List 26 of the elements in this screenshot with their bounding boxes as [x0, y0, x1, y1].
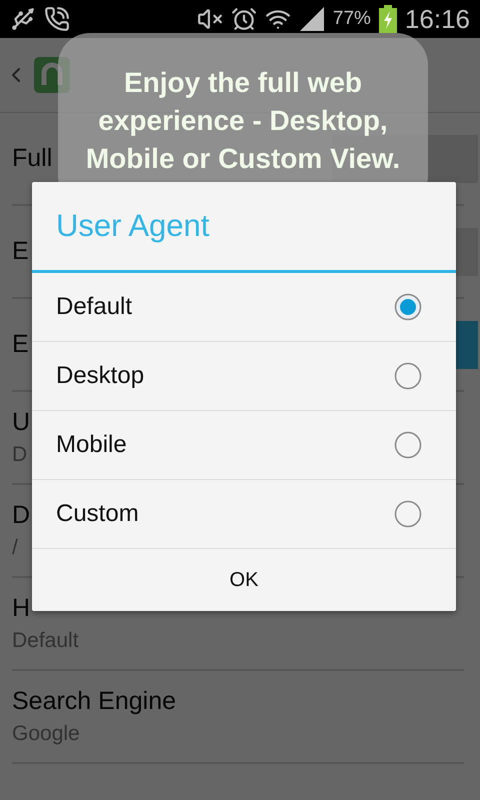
usb-icon: [10, 6, 36, 32]
setting-title: E: [12, 237, 29, 266]
option-label[interactable]: Mobile: [56, 431, 127, 459]
setting-title: U: [12, 408, 30, 437]
alarm-icon: [230, 6, 257, 32]
option-label[interactable]: Desktop: [56, 362, 144, 390]
option-label[interactable]: Custom: [56, 500, 139, 528]
setting-title: Search Engine: [12, 687, 176, 716]
ok-button[interactable]: OK: [32, 549, 456, 611]
radio-button[interactable]: [394, 431, 422, 459]
setting-title: D: [12, 501, 30, 530]
radio-button[interactable]: [394, 293, 422, 321]
setting-summary: /: [12, 536, 19, 560]
phone-icon: [44, 6, 70, 32]
radio-button[interactable]: [394, 500, 422, 528]
option-label[interactable]: Default: [56, 293, 132, 321]
radio-button[interactable]: [394, 362, 422, 390]
setting-title: E: [12, 330, 29, 359]
setting-title: Full: [12, 144, 52, 173]
toast-message: Enjoy the full web experience - Desktop, Mobile or Custom View.: [84, 66, 402, 176]
clock-time: 16:16: [404, 4, 470, 34]
mute-icon: [196, 6, 223, 32]
setting-title: H: [12, 594, 32, 623]
battery-charging-icon: [378, 5, 397, 33]
dialog-title: User Agent: [56, 208, 210, 244]
battery-percent: 77%: [332, 8, 371, 30]
